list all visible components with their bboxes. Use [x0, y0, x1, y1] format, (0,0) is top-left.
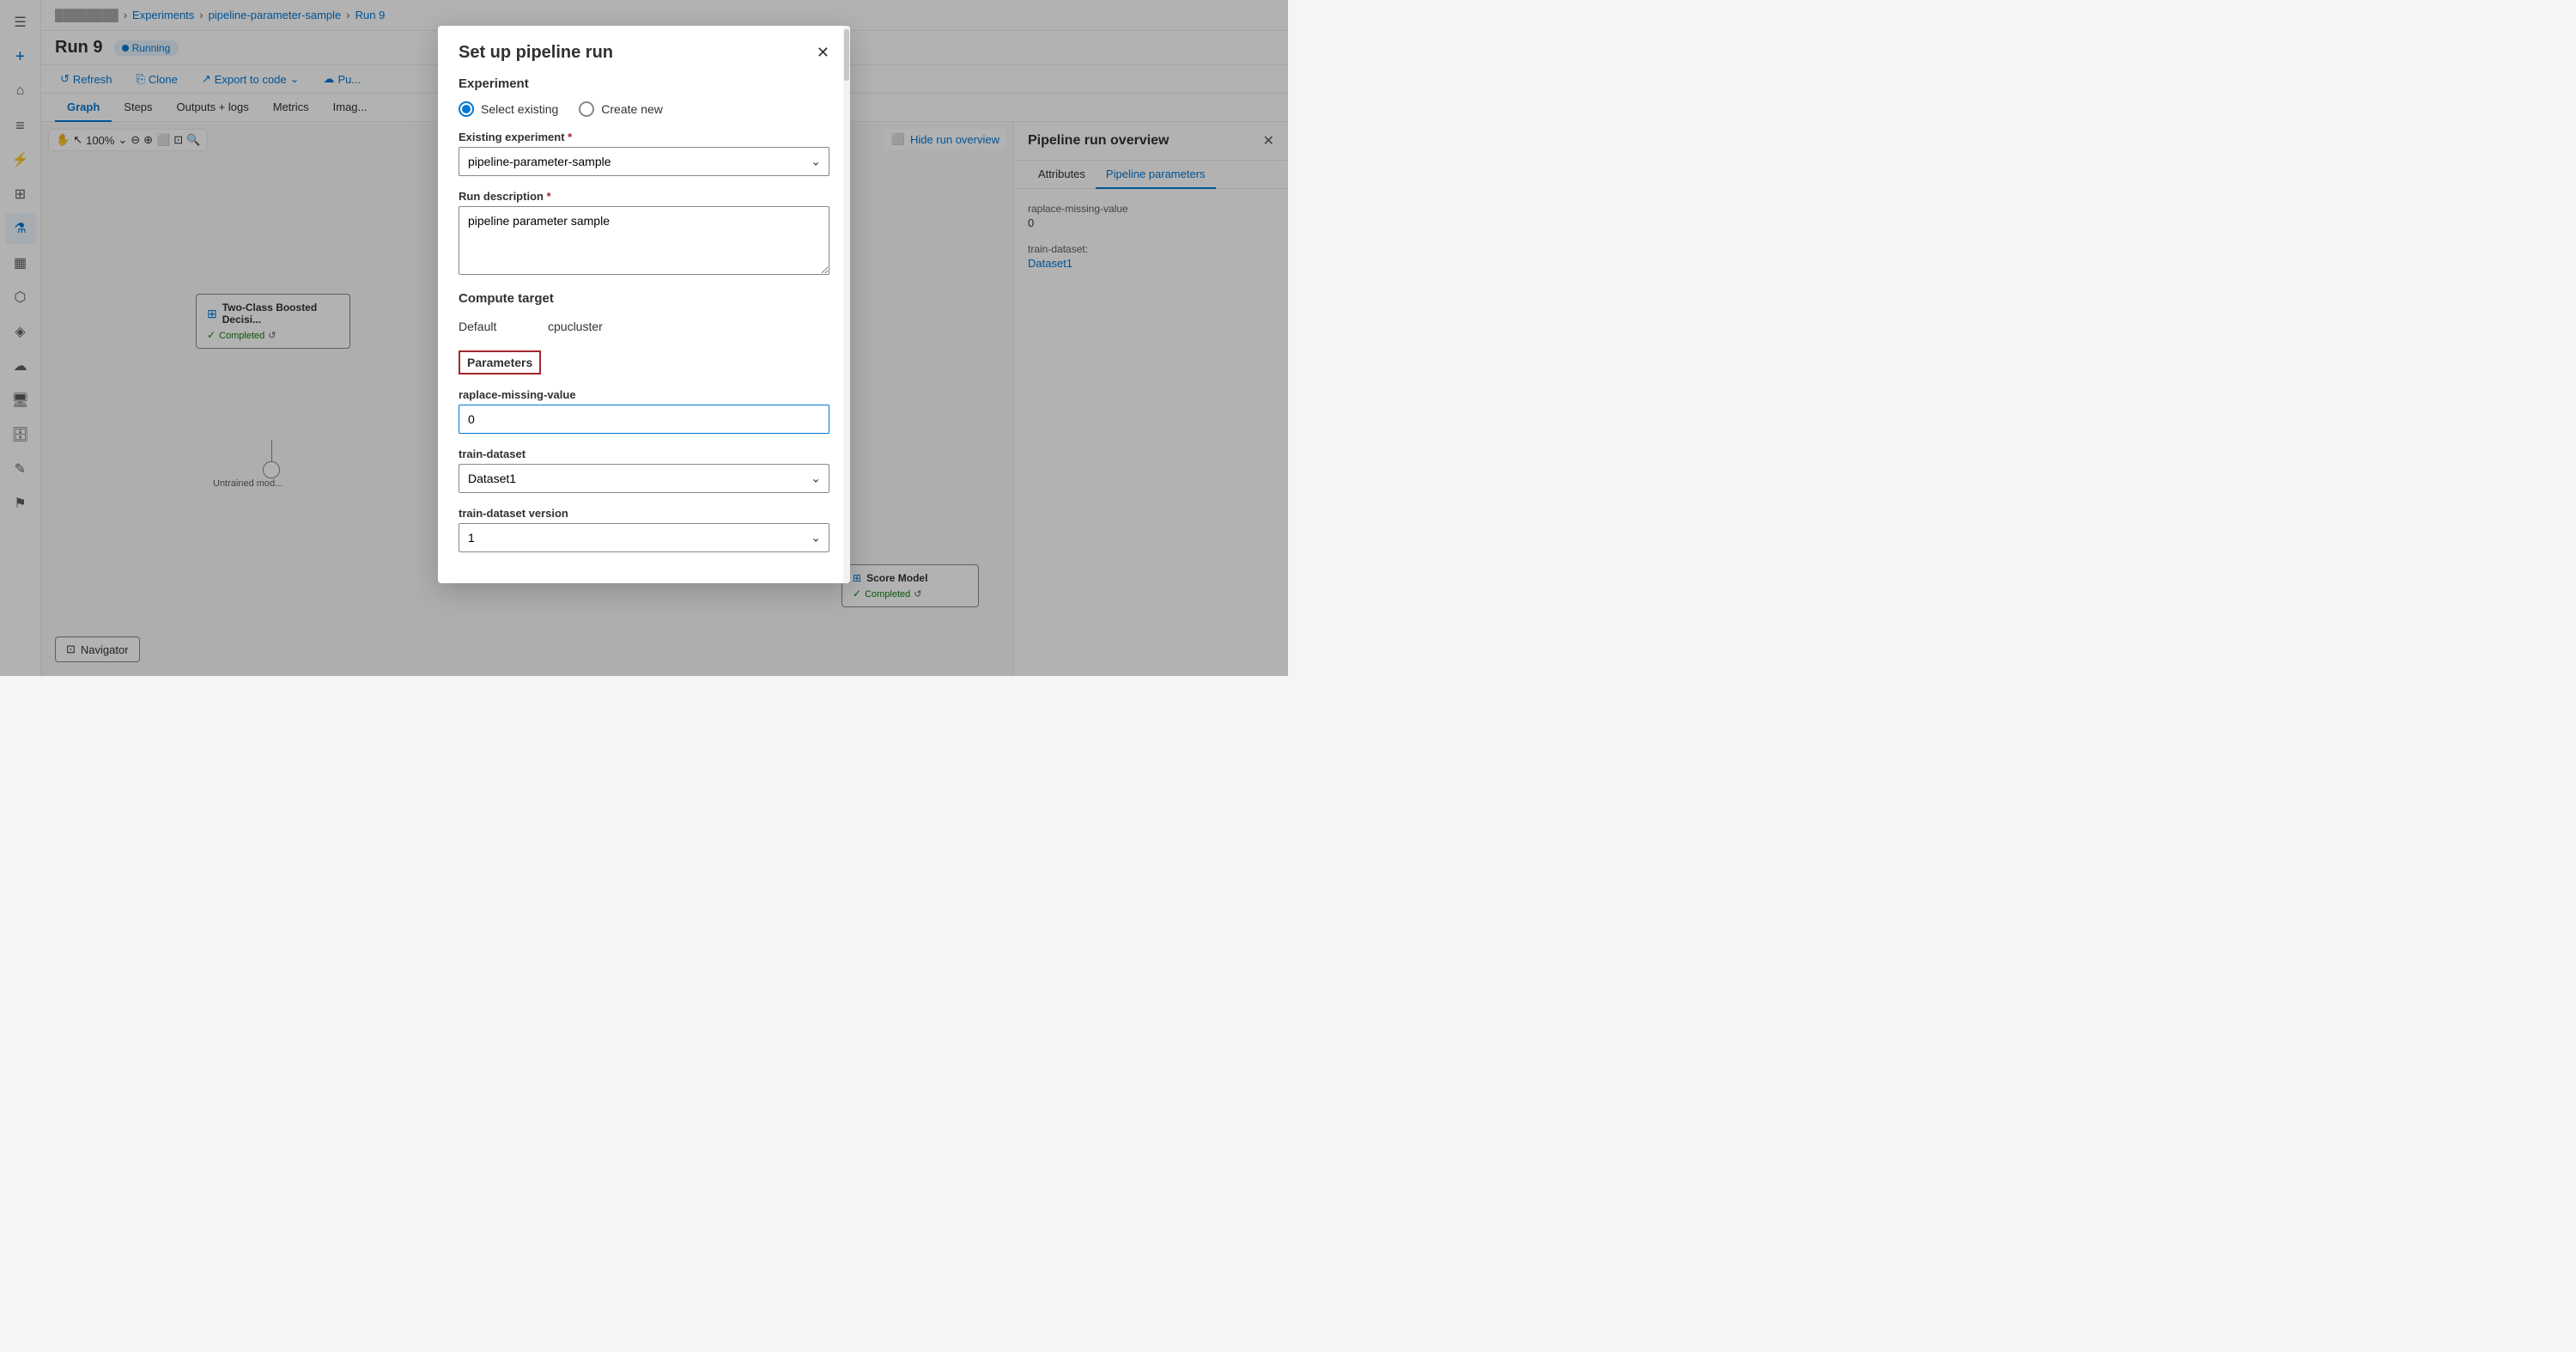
existing-experiment-select-wrapper: pipeline-parameter-sample: [459, 147, 829, 176]
radio-select-existing[interactable]: Select existing: [459, 101, 558, 117]
required-star-experiment: *: [568, 131, 572, 143]
setup-pipeline-modal: Set up pipeline run ✕ Experiment Select …: [438, 26, 850, 583]
compute-target-title: Compute target: [459, 291, 829, 306]
modal-scrollbar[interactable]: [843, 26, 850, 583]
train-dataset-version-select[interactable]: 1: [459, 523, 829, 552]
radio-group: Select existing Create new: [459, 101, 829, 117]
radio-circle-selected: [459, 101, 474, 117]
run-description-group: Run description * pipeline parameter sam…: [459, 190, 829, 277]
existing-experiment-group: Existing experiment * pipeline-parameter…: [459, 131, 829, 176]
existing-experiment-select[interactable]: pipeline-parameter-sample: [459, 147, 829, 176]
train-dataset-select-wrapper: Dataset1: [459, 464, 829, 493]
existing-experiment-label: Existing experiment *: [459, 131, 829, 143]
train-dataset-version-group: train-dataset version 1: [459, 507, 829, 552]
compute-target-section: Compute target Default cpucluster: [459, 291, 829, 337]
run-description-label: Run description *: [459, 190, 829, 203]
experiment-section-title: Experiment: [459, 76, 829, 91]
modal-body: Experiment Select existing Create new Ex…: [438, 76, 850, 583]
modal-scrollbar-thumb: [844, 29, 849, 81]
train-dataset-label: train-dataset: [459, 448, 829, 460]
parameters-section: Parameters raplace-missing-value train-d…: [459, 350, 829, 552]
modal-header: Set up pipeline run ✕: [438, 26, 850, 76]
train-dataset-select[interactable]: Dataset1: [459, 464, 829, 493]
compute-default-label: Default: [459, 320, 527, 333]
modal-close-button[interactable]: ✕: [817, 44, 829, 62]
radio-create-new[interactable]: Create new: [579, 101, 663, 117]
train-dataset-version-label: train-dataset version: [459, 507, 829, 520]
experiment-section: Experiment Select existing Create new: [459, 76, 829, 117]
raplace-param-label: raplace-missing-value: [459, 388, 829, 401]
required-star-desc: *: [547, 190, 551, 203]
raplace-param-input[interactable]: [459, 405, 829, 434]
compute-row: Default cpucluster: [459, 316, 829, 337]
raplace-param-group: raplace-missing-value: [459, 388, 829, 434]
modal-title: Set up pipeline run: [459, 43, 613, 63]
compute-default-value: cpucluster: [548, 320, 603, 333]
parameters-header-box: Parameters: [459, 350, 541, 375]
radio-circle-create: [579, 101, 594, 117]
train-dataset-version-select-wrapper: 1: [459, 523, 829, 552]
run-description-textarea[interactable]: pipeline parameter sample: [459, 206, 829, 275]
train-dataset-group: train-dataset Dataset1: [459, 448, 829, 493]
modal-overlay: Set up pipeline run ✕ Experiment Select …: [0, 0, 1288, 676]
